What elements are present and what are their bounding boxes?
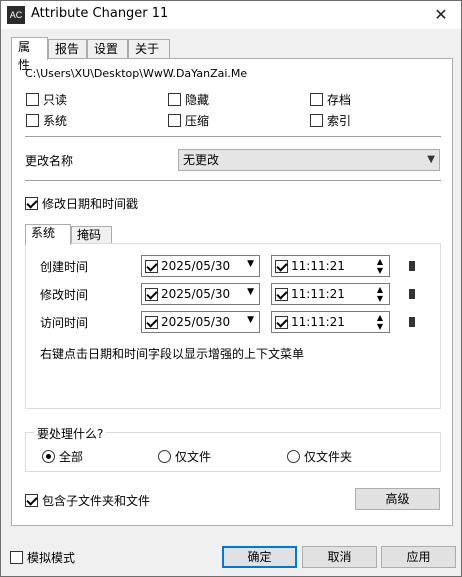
process-files-label: 仅文件	[175, 450, 212, 464]
checkbox-box[interactable]	[25, 494, 38, 507]
modify-datetime-checkbox[interactable]: 修改日期和时间戳	[25, 195, 138, 212]
process-all-label: 全部	[59, 450, 84, 464]
archive-label: 存档	[327, 93, 352, 107]
checkbox-box[interactable]	[168, 93, 181, 106]
chevron-down-icon: ▼	[247, 315, 254, 325]
file-path: C:\Users\XU\Desktop\WwW.DaYanZai.Me	[25, 67, 248, 80]
rename-value: 无更改	[183, 153, 220, 167]
modified-time: 11:11:21	[291, 287, 345, 301]
created-time: 11:11:21	[291, 259, 345, 273]
modified-date: 2025/05/30	[161, 287, 231, 301]
modified-menu-icon[interactable]	[409, 289, 415, 299]
accessed-menu-icon[interactable]	[409, 317, 415, 327]
modify-datetime-label: 修改日期和时间戳	[42, 197, 139, 211]
system-checkbox[interactable]: 系统	[26, 112, 67, 129]
modified-date-picker[interactable]: 2025/05/30 ▼	[141, 283, 260, 305]
checkbox-box[interactable]	[145, 315, 158, 329]
checkbox-box[interactable]	[25, 197, 38, 210]
created-date-picker[interactable]: 2025/05/30 ▼	[141, 255, 260, 277]
datetime-panel: 创建时间 2025/05/30 ▼ 11:11:21 ▲ ▼ 修改时间 2025/…	[25, 243, 441, 409]
hidden-checkbox[interactable]: 隐藏	[168, 91, 209, 108]
tab-mask[interactable]: 掩码	[71, 226, 112, 244]
rename-select[interactable]: 无更改 ▼	[178, 149, 440, 171]
accessed-label: 访问时间	[40, 316, 89, 330]
checkbox-box[interactable]	[275, 259, 288, 273]
ok-button[interactable]: 确定	[222, 546, 297, 568]
subfolders-label: 包含子文件夹和文件	[42, 494, 151, 508]
archive-checkbox[interactable]: 存档	[310, 91, 351, 108]
rename-label: 更改名称	[25, 154, 74, 168]
properties-panel: C:\Users\XU\Desktop\WwW.DaYanZai.Me 只读 隐…	[11, 58, 453, 526]
accessed-date-picker[interactable]: 2025/05/30 ▼	[141, 311, 260, 333]
chevron-down-icon: ▼	[427, 154, 435, 165]
apply-button[interactable]: 应用	[381, 546, 456, 568]
process-folders-label: 仅文件夹	[304, 450, 353, 464]
tab-report[interactable]: 报告	[48, 39, 87, 59]
checkbox-box[interactable]	[145, 287, 158, 301]
spinner-icon[interactable]: ▲ ▼	[375, 313, 385, 331]
checkbox-box[interactable]	[26, 114, 39, 127]
accessed-time-picker[interactable]: 11:11:21 ▲ ▼	[271, 311, 390, 333]
window-title: Attribute Changer 11	[31, 6, 169, 21]
checkbox-box[interactable]	[168, 114, 181, 127]
tab-settings[interactable]: 设置	[87, 39, 128, 59]
process-group-label: 要处理什么?	[34, 425, 107, 442]
radio-dot[interactable]	[42, 450, 55, 463]
divider	[25, 180, 441, 181]
compressed-checkbox[interactable]: 压缩	[168, 112, 209, 129]
accessed-time: 11:11:21	[291, 315, 345, 329]
spinner-icon[interactable]: ▲ ▼	[375, 285, 385, 303]
modified-label: 修改时间	[40, 288, 89, 302]
checkbox-box[interactable]	[10, 551, 23, 564]
divider	[25, 136, 441, 137]
created-date: 2025/05/30	[161, 259, 231, 273]
modified-time-picker[interactable]: 11:11:21 ▲ ▼	[271, 283, 390, 305]
tab-system[interactable]: 系统	[25, 224, 71, 245]
created-label: 创建时间	[40, 260, 89, 274]
process-folders-radio[interactable]: 仅文件夹	[287, 448, 352, 465]
process-files-radio[interactable]: 仅文件	[158, 448, 211, 465]
checkbox-box[interactable]	[26, 93, 39, 106]
checkbox-box[interactable]	[275, 287, 288, 301]
accessed-date: 2025/05/30	[161, 315, 231, 329]
readonly-checkbox[interactable]: 只读	[26, 91, 67, 108]
tab-properties[interactable]: 属性	[11, 37, 48, 72]
tab-about[interactable]: 关于	[128, 39, 170, 59]
radio-dot[interactable]	[287, 450, 300, 463]
subfolders-checkbox[interactable]: 包含子文件夹和文件	[25, 492, 150, 509]
chevron-down-icon: ▼	[247, 287, 254, 297]
checkbox-box[interactable]	[145, 259, 158, 273]
radio-dot[interactable]	[158, 450, 171, 463]
close-icon[interactable]: ✕	[427, 3, 455, 27]
simulate-mode-checkbox[interactable]: 模拟模式	[10, 549, 75, 566]
readonly-label: 只读	[43, 93, 68, 107]
index-label: 索引	[327, 114, 352, 128]
hidden-label: 隐藏	[185, 93, 210, 107]
index-checkbox[interactable]: 索引	[310, 112, 351, 129]
created-menu-icon[interactable]	[409, 261, 415, 271]
cancel-button[interactable]: 取消	[302, 546, 377, 568]
created-time-picker[interactable]: 11:11:21 ▲ ▼	[271, 255, 390, 277]
app-icon: AC	[7, 6, 25, 24]
main-window: AC Attribute Changer 11 ✕ 属性 报告 设置 关于 C:…	[0, 0, 462, 577]
compressed-label: 压缩	[185, 114, 210, 128]
advanced-button[interactable]: 高级	[355, 488, 440, 510]
simulate-mode-label: 模拟模式	[27, 551, 76, 565]
checkbox-box[interactable]	[310, 114, 323, 127]
chevron-down-icon: ▼	[247, 259, 254, 269]
datetime-hint: 右键点击日期和时间字段以显示增强的上下文菜单	[40, 347, 305, 361]
system-label: 系统	[43, 114, 68, 128]
title-bar[interactable]: AC Attribute Changer 11 ✕	[1, 1, 461, 29]
checkbox-box[interactable]	[275, 315, 288, 329]
spinner-icon[interactable]: ▲ ▼	[375, 257, 385, 275]
checkbox-box[interactable]	[310, 93, 323, 106]
process-all-radio[interactable]: 全部	[42, 448, 83, 465]
